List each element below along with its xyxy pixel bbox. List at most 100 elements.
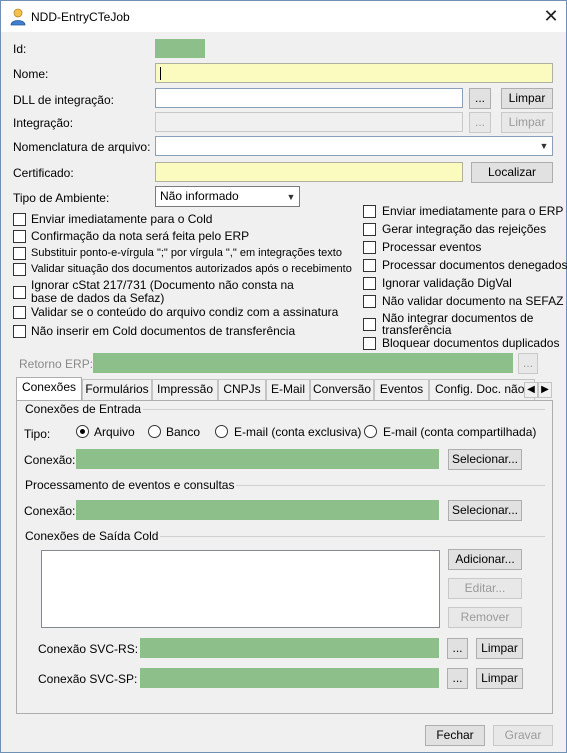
checkbox-label: Enviar imediatamente para o ERP (382, 204, 564, 218)
tab-conversao[interactable]: Conversão (310, 379, 374, 400)
title-bar: NDD-EntryCTeJob ✕ (1, 1, 566, 32)
gravar-button[interactable]: Gravar (493, 725, 553, 746)
svc-rs-label: Conexão SVC-RS: (38, 642, 139, 656)
remover-button[interactable]: Remover (448, 607, 522, 628)
checkbox-nao-validar-sefaz[interactable] (363, 295, 376, 308)
dll-clear-button[interactable]: Limpar (501, 88, 553, 109)
selecionar-entrada-button[interactable]: Selecionar... (448, 449, 522, 470)
checkbox-processar-denegados[interactable] (363, 259, 376, 272)
integracao-browse-button[interactable]: ... (469, 112, 491, 133)
tipo-ambiente-label: Tipo de Ambiente: (13, 191, 110, 205)
checkbox-gerar-integracao-rejeicoes[interactable] (363, 223, 376, 236)
svc-sp-browse-button[interactable]: ... (447, 668, 468, 689)
id-field (155, 39, 205, 58)
tab-scroll-left-icon[interactable]: ◀ (524, 382, 538, 398)
close-icon[interactable]: ✕ (539, 5, 563, 29)
tab-email[interactable]: E-Mail (266, 379, 310, 400)
tipo-label: Tipo: (24, 427, 51, 441)
svc-rs-field (140, 638, 439, 658)
svc-sp-clear-button[interactable]: Limpar (476, 668, 523, 689)
checkbox-ignorar-cstat[interactable] (13, 286, 26, 299)
checkbox-label: Substituir ponto-e-vírgula ";" por vírgu… (31, 247, 342, 259)
integracao-clear-button[interactable]: Limpar (501, 112, 553, 133)
retorno-erp-browse-button[interactable]: ... (518, 353, 538, 374)
checkbox-validar-situacao[interactable] (13, 263, 26, 276)
tipo-ambiente-select[interactable]: Não informado ▼ (155, 186, 300, 207)
svc-sp-label: Conexão SVC-SP: (38, 672, 138, 686)
radio-email-exclusiva[interactable] (215, 425, 228, 438)
radio-label: E-mail (conta exclusiva) (234, 425, 362, 439)
checkbox-enviar-cold[interactable] (13, 213, 26, 226)
id-label: Id: (13, 42, 27, 56)
localizar-button[interactable]: Localizar (471, 162, 553, 183)
dll-browse-button[interactable]: ... (469, 88, 491, 109)
nome-label: Nome: (13, 67, 49, 81)
chevron-down-icon: ▼ (539, 141, 549, 151)
svc-rs-clear-button[interactable]: Limpar (476, 638, 523, 659)
checkbox-label: Processar eventos (382, 240, 482, 254)
tab-conexoes[interactable]: Conexões (16, 377, 82, 401)
tab-scroll-right-icon[interactable]: ▶ (538, 382, 552, 398)
checkbox-nao-inserir-cold[interactable] (13, 325, 26, 338)
user-icon (10, 8, 26, 26)
checkbox-label: Gerar integração das rejeições (382, 222, 547, 236)
checkbox-ignorar-digval[interactable] (363, 277, 376, 290)
integracao-label: Integração: (13, 116, 74, 130)
nomenclatura-dropdown[interactable]: ▼ (155, 136, 553, 156)
conexao-processamento-label: Conexão: (24, 504, 76, 518)
radio-label: Arquivo (94, 425, 135, 439)
checkbox-label: Não validar documento na SEFAZ (382, 294, 564, 308)
checkbox-enviar-erp[interactable] (363, 205, 376, 218)
fechar-button[interactable]: Fechar (425, 725, 485, 746)
checkbox-label-continued: base de dados da Sefaz) (31, 291, 165, 305)
radio-email-compartilhada[interactable] (364, 425, 377, 438)
tab-cnpjs[interactable]: CNPJs (218, 379, 266, 400)
integracao-input (155, 112, 463, 132)
tipo-ambiente-value: Não informado (160, 189, 239, 203)
tab-config-doc[interactable]: Config. Doc. não (429, 379, 535, 400)
radio-arquivo[interactable] (76, 425, 89, 438)
checkbox-label: Processar documentos denegados (382, 258, 567, 272)
checkbox-label: Não inserir em Cold documentos de transf… (31, 324, 296, 338)
tab-impressao[interactable]: Impressão (152, 379, 218, 400)
dialog-window: NDD-EntryCTeJob ✕ Id: Nome: DLL de integ… (0, 0, 567, 753)
nomenclatura-label: Nomenclatura de arquivo: (13, 140, 151, 154)
checkbox-label: Confirmação da nota será feita pelo ERP (31, 229, 250, 243)
saida-cold-list[interactable] (41, 550, 440, 628)
conexao-entrada-label: Conexão: (24, 453, 76, 467)
processamento-group-title: Processamento de eventos e consultas (23, 478, 237, 492)
dll-input[interactable] (155, 88, 463, 108)
checkbox-label: Validar se o conteúdo do arquivo condiz … (31, 305, 339, 319)
conexao-processamento-field (76, 500, 439, 520)
entrada-group-title: Conexões de Entrada (23, 402, 144, 416)
checkbox-bloquear-duplicados[interactable] (363, 337, 376, 350)
checkbox-validar-conteudo[interactable] (13, 306, 26, 319)
selecionar-processamento-button[interactable]: Selecionar... (448, 500, 522, 521)
window-title: NDD-EntryCTeJob (31, 10, 130, 24)
tab-eventos[interactable]: Eventos (374, 379, 429, 400)
adicionar-button[interactable]: Adicionar... (448, 549, 522, 570)
tab-formularios[interactable]: Formulários (82, 379, 152, 400)
dll-label: DLL de integração: (13, 93, 114, 107)
saida-cold-group-title: Conexões de Saída Cold (23, 529, 161, 543)
svc-rs-browse-button[interactable]: ... (447, 638, 468, 659)
svc-sp-field (140, 668, 439, 688)
certificado-label: Certificado: (13, 166, 74, 180)
nome-input[interactable] (155, 63, 553, 83)
checkbox-label: Validar situação dos documentos autoriza… (31, 263, 352, 275)
retorno-erp-label: Retorno ERP: (19, 357, 94, 371)
checkbox-processar-eventos[interactable] (363, 241, 376, 254)
checkbox-label: Bloquear documentos duplicados (382, 336, 560, 350)
radio-label: Banco (166, 425, 201, 439)
editar-button[interactable]: Editar... (448, 578, 522, 599)
checkbox-nao-integrar-transferencia[interactable] (363, 318, 376, 331)
retorno-erp-field (93, 353, 513, 373)
chevron-down-icon: ▼ (286, 192, 296, 202)
radio-label: E-mail (conta compartilhada) (383, 425, 537, 439)
radio-banco[interactable] (148, 425, 161, 438)
certificado-input[interactable] (155, 162, 463, 182)
checkbox-label: Ignorar validação DigVal (382, 276, 512, 290)
checkbox-substituir-ponto-virgula[interactable] (13, 247, 26, 260)
checkbox-confirmacao-erp[interactable] (13, 230, 26, 243)
checkbox-label: Enviar imediatamente para o Cold (31, 212, 213, 226)
